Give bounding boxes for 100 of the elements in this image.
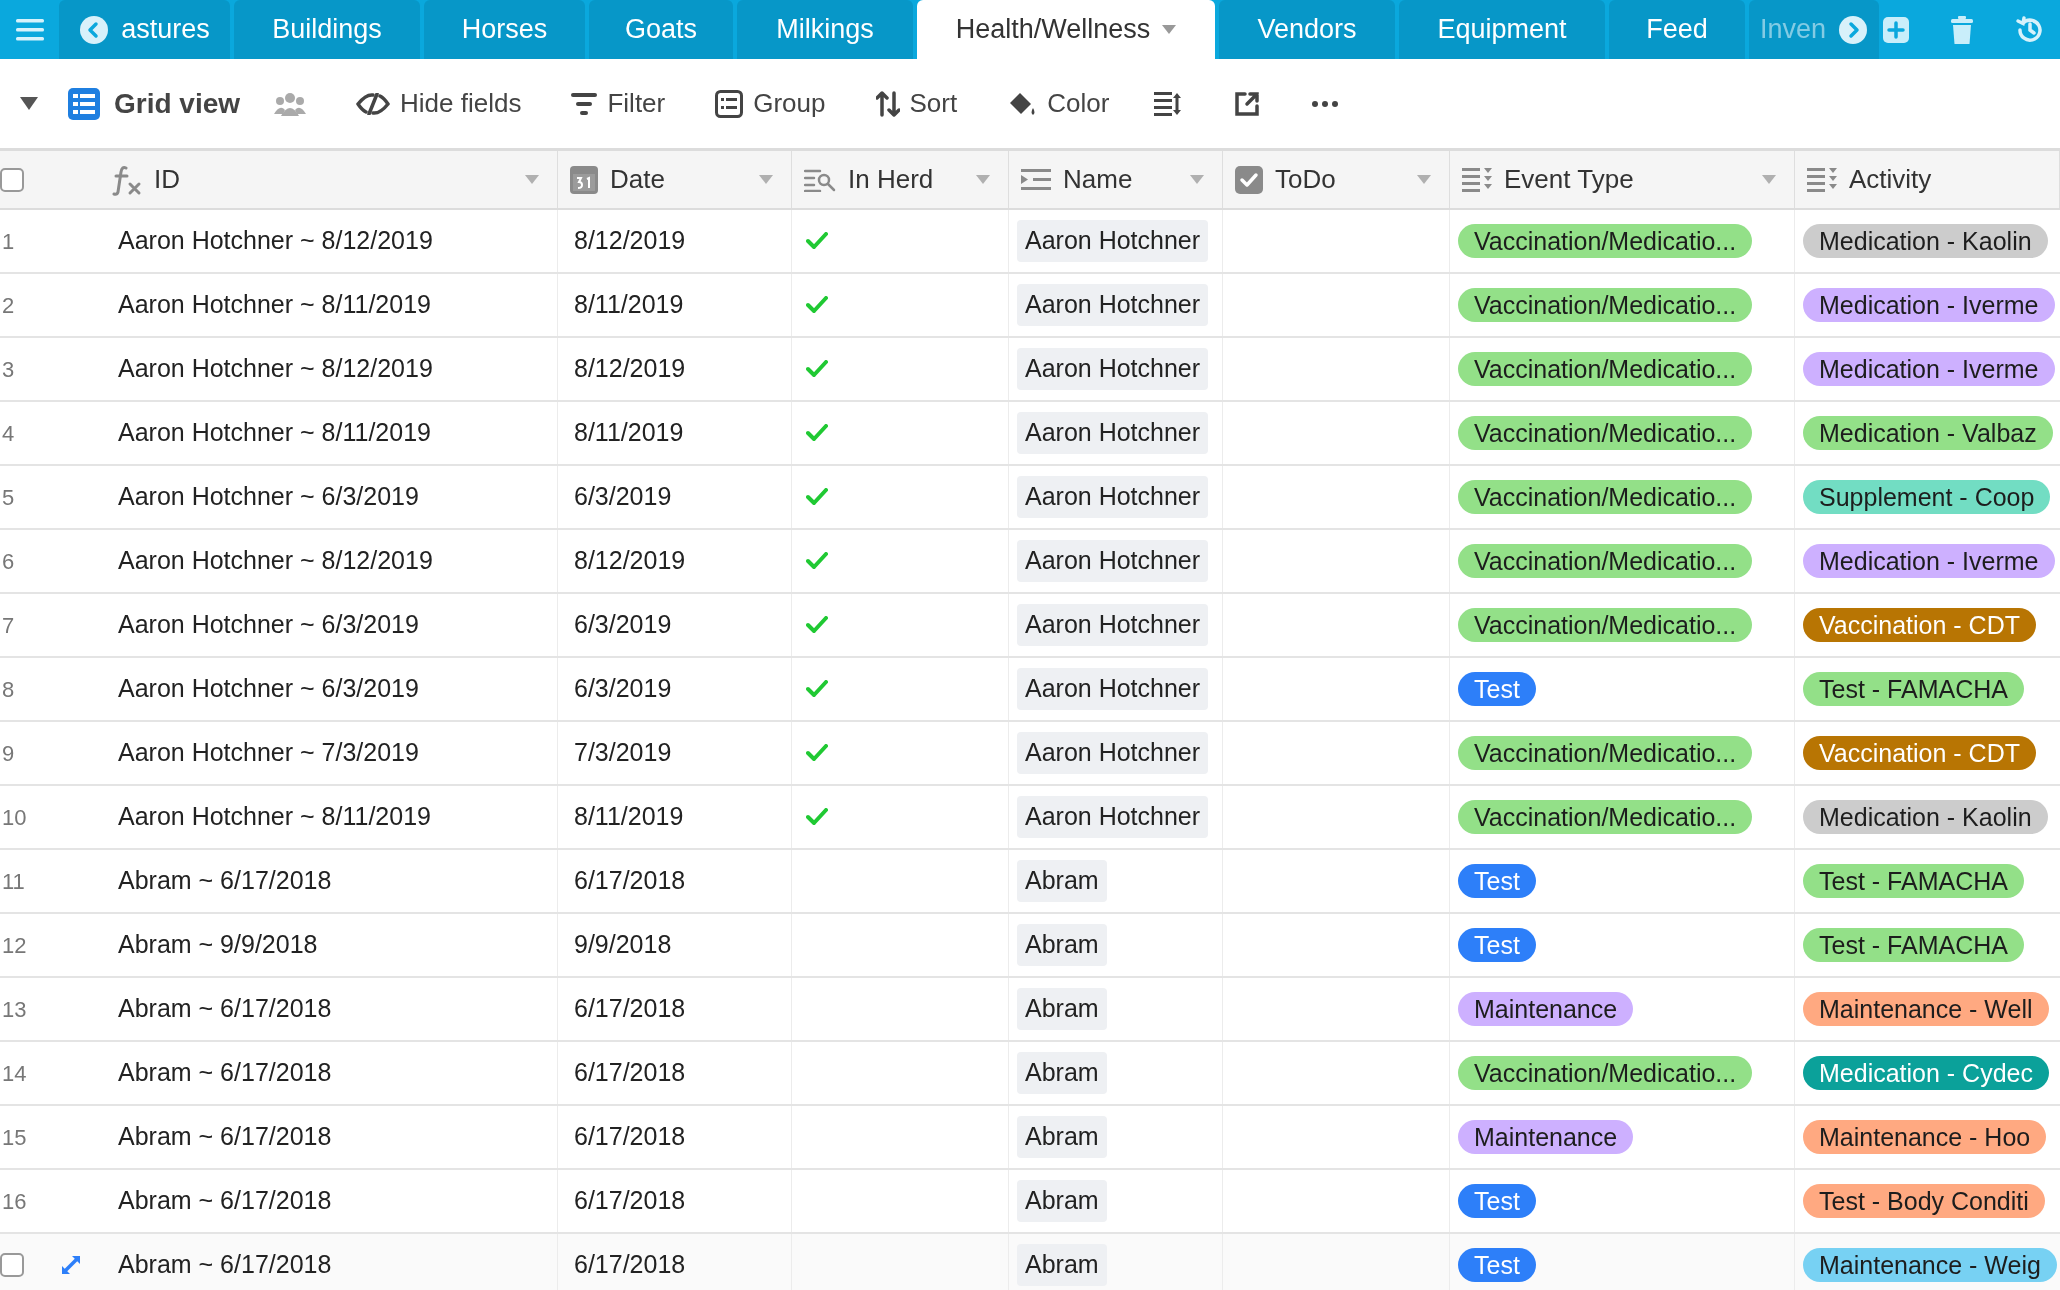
toolbar-button[interactable]: Hide fields [356,84,522,123]
trash-icon[interactable] [1951,15,1973,44]
share-icon[interactable] [1234,90,1261,117]
toolbar-button[interactable]: Sort [875,84,958,123]
linked-record[interactable]: Aaron Hotchner [1017,284,1209,326]
table-cell-text: Abram ~ 6/17/2018 [118,865,332,897]
row-number: 10 [1,803,27,832]
row-checkbox[interactable] [0,1253,24,1277]
linked-record[interactable]: Abram [1017,860,1107,902]
table-row[interactable]: Abram ~ 6/17/2018 6/17/2018 Abram Test Maintenance - Weig [0,1234,2060,1290]
event-type-tag: Vaccination/Medicatio... [1458,352,1753,386]
dropdown-caret-icon[interactable] [1762,175,1776,184]
column-header[interactable]: Activity [1849,160,1932,199]
event-type-tag: Maintenance [1458,992,1634,1026]
linked-record[interactable]: Aaron Hotchner [1017,412,1209,454]
people-icon[interactable] [274,91,307,116]
dropdown-caret-icon[interactable] [1417,175,1431,184]
table-row[interactable]: 10 Aaron Hotchner ~ 8/11/2019 8/11/2019 Aaron Hotchner Vaccination/Medicatio... Medication - Kaolin [0,786,2060,850]
linked-record[interactable]: Aaron Hotchner [1017,732,1209,774]
history-icon[interactable] [2015,14,2045,45]
dropdown-caret-icon[interactable] [525,175,539,184]
table-row[interactable]: 2 Aaron Hotchner ~ 8/11/2019 8/11/2019 Aaron Hotchner Vaccination/Medicatio... Medication - Iverme [0,274,2060,338]
add-icon[interactable] [1883,16,1909,43]
menu-icon[interactable] [15,18,44,41]
table-cell-text: 6/17/2018 [574,993,686,1025]
collapse-caret-icon[interactable] [20,97,38,110]
event-type-tag: Vaccination/Medicatio... [1458,416,1753,450]
row-number: 11 [1,867,25,896]
activity-tag: Maintenance - Well [1803,992,2049,1026]
table-cell-text: 8/12/2019 [574,225,686,257]
event-type-tag: Vaccination/Medicatio... [1458,544,1753,578]
event-type-tag: Maintenance [1458,1120,1634,1154]
toolbar-button[interactable]: Group [715,84,826,123]
table-row[interactable]: 9 Aaron Hotchner ~ 7/3/2019 7/3/2019 Aaron Hotchner Vaccination/Medicatio... Vaccination - CDT [0,722,2060,786]
table-row[interactable]: 5 Aaron Hotchner ~ 6/3/2019 6/3/2019 Aaron Hotchner Vaccination/Medicatio... Supplement - Coop [0,466,2060,530]
dropdown-caret-icon[interactable] [976,175,990,184]
dropdown-caret-icon[interactable] [1190,175,1204,184]
activity-tag: Maintenance - Weig [1803,1248,2057,1282]
tab[interactable]: Health/Wellness [917,0,1215,59]
toolbar-button[interactable]: Filter [571,84,666,123]
row-number: 14 [1,1059,27,1088]
activity-tag: Medication - Iverme [1803,544,2055,578]
more-icon[interactable] [1312,100,1339,107]
view-name[interactable]: Grid view [114,82,241,125]
linked-record[interactable]: Aaron Hotchner [1017,604,1209,646]
table-row[interactable]: 1 Aaron Hotchner ~ 8/12/2019 8/12/2019 Aaron Hotchner Vaccination/Medicatio... Medication - Kaolin [0,210,2060,274]
table-row[interactable]: 16 Abram ~ 6/17/2018 6/17/2018 Abram Test Test - Body Conditi [0,1170,2060,1234]
expand-icon[interactable] [60,1254,82,1276]
linked-record[interactable]: Abram [1017,988,1107,1030]
table-row[interactable]: 6 Aaron Hotchner ~ 8/12/2019 8/12/2019 Aaron Hotchner Vaccination/Medicatio... Medication - Iverme [0,530,2060,594]
linked-record[interactable]: Abram [1017,924,1107,966]
linked-record[interactable]: Abram [1017,1116,1107,1158]
linked-record[interactable]: Aaron Hotchner [1017,668,1209,710]
event-type-tag: Vaccination/Medicatio... [1458,224,1753,258]
linked-record[interactable]: Aaron Hotchner [1017,220,1209,262]
linked-record[interactable]: Abram [1017,1244,1107,1286]
sort-icon [875,90,900,117]
table-row[interactable]: 14 Abram ~ 6/17/2018 6/17/2018 Abram Vaccination/Medicatio... Medication - Cydec [0,1042,2060,1106]
table-cell-text: Aaron Hotchner ~ 8/12/2019 [118,545,433,577]
column-header[interactable]: ToDo [1275,160,1336,199]
column-header[interactable]: Event Type [1504,160,1634,199]
column-header[interactable]: ID [154,160,180,199]
table-row[interactable]: 7 Aaron Hotchner ~ 6/3/2019 6/3/2019 Aaron Hotchner Vaccination/Medicatio... Vaccination - CDT [0,594,2060,658]
linked-record[interactable]: Aaron Hotchner [1017,796,1209,838]
linked-record[interactable]: Aaron Hotchner [1017,348,1209,390]
column-header[interactable]: Date [610,160,665,199]
scroll-left-icon[interactable] [79,14,110,45]
activity-tag: Vaccination - CDT [1803,736,2036,770]
activity-tag: Test - Body Conditi [1803,1184,2045,1218]
linked-record[interactable]: Aaron Hotchner [1017,540,1209,582]
linked-record[interactable]: Abram [1017,1052,1107,1094]
toolbar-button[interactable]: Color [1007,84,1110,123]
table-cell-text: 8/11/2019 [574,289,684,321]
table-row[interactable]: 12 Abram ~ 9/9/2018 9/9/2018 Abram Test Test - FAMACHA [0,914,2060,978]
table-cell-text: Aaron Hotchner ~ 8/11/2019 [118,417,431,449]
table-row[interactable]: 13 Abram ~ 6/17/2018 6/17/2018 Abram Maintenance Maintenance - Well [0,978,2060,1042]
table-row[interactable]: 15 Abram ~ 6/17/2018 6/17/2018 Abram Maintenance Maintenance - Hoo [0,1106,2060,1170]
select-all-checkbox[interactable] [0,167,24,192]
table-cell-text: 6/17/2018 [574,1057,686,1089]
scroll-right-icon[interactable] [1838,14,1869,45]
link-field-icon [1021,168,1051,191]
column-header[interactable]: Name [1063,160,1133,199]
table-cell-text: Aaron Hotchner ~ 6/3/2019 [118,673,419,705]
lookup-icon [804,167,836,192]
event-type-tag: Vaccination/Medicatio... [1458,480,1753,514]
activity-tag: Medication - Iverme [1803,352,2055,386]
table-row[interactable]: 3 Aaron Hotchner ~ 8/12/2019 8/12/2019 Aaron Hotchner Vaccination/Medicatio... Medication - Iverme [0,338,2060,402]
table-row[interactable]: 8 Aaron Hotchner ~ 6/3/2019 6/3/2019 Aaron Hotchner Test Test - FAMACHA [0,658,2060,722]
table-row[interactable]: 4 Aaron Hotchner ~ 8/11/2019 8/11/2019 Aaron Hotchner Vaccination/Medicatio... Medication - Valbaz [0,402,2060,466]
linked-record[interactable]: Aaron Hotchner [1017,476,1209,518]
event-type-tag: Vaccination/Medicatio... [1458,1056,1753,1090]
table-row[interactable]: 11 Abram ~ 6/17/2018 6/17/2018 Abram Test Test - FAMACHA [0,850,2060,914]
linked-record[interactable]: Abram [1017,1180,1107,1222]
list-box-icon [715,89,744,118]
column-header[interactable]: In Herd [848,160,934,199]
caret-icon[interactable] [1162,24,1177,35]
row-height-icon[interactable] [1154,91,1183,116]
table-cell-text: 8/11/2019 [574,801,684,833]
row-number: 12 [1,931,27,960]
dropdown-caret-icon[interactable] [759,175,773,184]
